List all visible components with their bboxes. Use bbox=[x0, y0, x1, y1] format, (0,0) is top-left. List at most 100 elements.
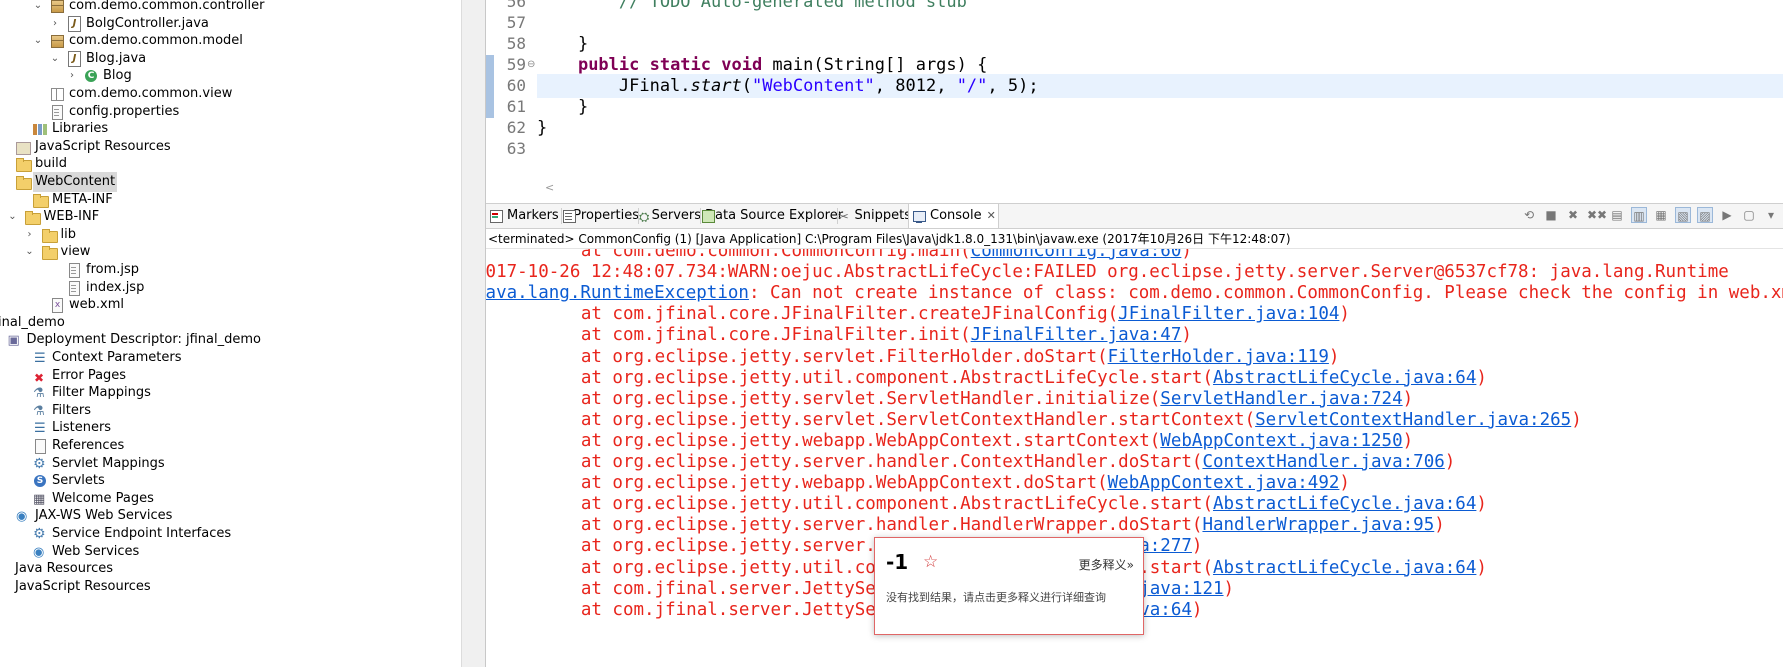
tree-item[interactable]: JavaScript Resources bbox=[0, 577, 151, 597]
console-toolbar-button[interactable]: ■ bbox=[1543, 207, 1559, 223]
servlet-icon bbox=[32, 473, 48, 489]
console-text: ) bbox=[1476, 557, 1487, 578]
console-text: : Can not create instance of class: com.… bbox=[748, 283, 1783, 304]
gear-icon bbox=[32, 454, 48, 474]
stack-trace-link[interactable]: WebAppContext.java:492 bbox=[1108, 473, 1340, 493]
stack-trace-link[interactable]: ServletHandler.java:724 bbox=[1160, 389, 1402, 409]
tab-label: Properties bbox=[573, 208, 639, 223]
pkg-empty-icon bbox=[49, 86, 65, 102]
console-toolbar: ⟲ ■ ✖ ✖✖ ▤ ▥ ▦ ▧ ▨ ▶ ▢ ▾ bbox=[1521, 207, 1779, 225]
stack-trace-link[interactable]: ServletContextHandler.java:265 bbox=[1255, 410, 1571, 430]
console-text: ) bbox=[1339, 304, 1350, 325]
js-icon bbox=[15, 139, 31, 155]
tab-data-source-explorer[interactable]: Data Source Explorer bbox=[698, 204, 843, 228]
code-editor[interactable]: 56 57 58 59 ⊖ 60 61 62 63 // TODO Auto-generated… bbox=[486, 0, 1783, 196]
more-definitions-link[interactable]: 更多释义» bbox=[1079, 556, 1134, 573]
stack-trace-link[interactable]: JFinalFilter.java:47 bbox=[971, 325, 1182, 345]
servers-icon bbox=[639, 206, 649, 230]
fold-toggle-icon[interactable]: ⊖ bbox=[527, 55, 535, 75]
console-toolbar-button[interactable]: ▾ bbox=[1763, 207, 1779, 223]
file-icon bbox=[66, 280, 82, 296]
console-toolbar-button[interactable]: ▦ bbox=[1653, 207, 1669, 223]
expanded-twisty-icon[interactable]: ⌄ bbox=[23, 242, 37, 262]
console-toolbar-button[interactable]: ✖ bbox=[1565, 207, 1581, 223]
console-toolbar-button[interactable]: ▥ bbox=[1631, 207, 1647, 223]
dictionary-popup: -1 ☆ 更多释义» 没有找到结果，请点击更多释义进行详细查询 bbox=[874, 537, 1144, 635]
xml-icon bbox=[49, 297, 65, 314]
code-token: "WebContent" bbox=[751, 76, 875, 96]
console-text: at org.eclipse.jetty.server.handler.Cont… bbox=[486, 452, 1203, 472]
view-sash[interactable] bbox=[461, 0, 486, 667]
close-tab-icon[interactable]: ✕ bbox=[987, 204, 996, 228]
change-marker bbox=[486, 76, 494, 97]
editor-horizontal-scrollbar[interactable]: < bbox=[537, 180, 1783, 196]
console-toolbar-button[interactable]: ▧ bbox=[1675, 207, 1691, 223]
expanded-twisty-icon[interactable]: ⌄ bbox=[31, 0, 45, 16]
dd-icon bbox=[7, 331, 23, 351]
java-icon bbox=[66, 15, 82, 32]
popup-message: 没有找到结果，请点击更多释义进行详细查询 bbox=[886, 591, 1106, 604]
expanded-twisty-icon[interactable]: ⌄ bbox=[48, 49, 62, 69]
ref-icon bbox=[32, 438, 48, 454]
stack-trace-link[interactable]: ContextHandler.java:706 bbox=[1202, 452, 1444, 472]
stack-trace-link[interactable]: FilterHolder.java:119 bbox=[1108, 347, 1329, 367]
stack-trace-link[interactable]: java.lang.RuntimeException bbox=[486, 283, 749, 303]
tab-console[interactable]: Console ✕ bbox=[908, 204, 999, 228]
code-token: "/" bbox=[956, 76, 988, 96]
line-number: 63 bbox=[506, 139, 526, 158]
code-token: ( bbox=[741, 76, 752, 96]
popup-word: -1 bbox=[886, 550, 909, 574]
console-text: at org.eclipse.jetty.servlet.ServletCont… bbox=[486, 409, 1256, 430]
console-toolbar-button[interactable]: ▨ bbox=[1697, 207, 1713, 223]
file-icon bbox=[66, 262, 82, 278]
console-text: ) bbox=[1434, 515, 1445, 536]
folder-icon bbox=[41, 244, 58, 261]
welcome-icon bbox=[32, 490, 48, 510]
file-icon bbox=[49, 104, 65, 120]
package-icon bbox=[49, 33, 65, 49]
bottom-views-tabbar: Markers Properties Servers Data Source Expl… bbox=[486, 203, 1783, 230]
project-explorer: ⌄com.demo.common.controller›BolgControll… bbox=[0, 0, 461, 667]
change-marker bbox=[486, 97, 494, 118]
code-token: JFinal. bbox=[537, 76, 691, 96]
console-toolbar-button[interactable]: ▶ bbox=[1719, 207, 1735, 223]
console-text: at org.eclipse.jetty.webapp.WebAppContex… bbox=[486, 473, 1108, 494]
folder-icon bbox=[24, 209, 41, 226]
tab-servers[interactable]: Servers bbox=[636, 204, 701, 230]
console-text: ) bbox=[1223, 578, 1235, 599]
code-token: } bbox=[537, 34, 589, 54]
code-token: start bbox=[690, 76, 742, 96]
console-toolbar-button[interactable]: ✖✖ bbox=[1587, 207, 1607, 223]
favorite-star-icon[interactable]: ☆ bbox=[923, 552, 938, 572]
console-toolbar-button[interactable]: ▤ bbox=[1609, 207, 1625, 223]
code-line[interactable] bbox=[537, 137, 1783, 161]
globe-icon bbox=[15, 507, 31, 527]
tree-item-label: JavaScript Resources bbox=[15, 578, 151, 594]
console-text: at com.jfinal.core.JFinalFilter.init( bbox=[486, 325, 971, 346]
expanded-twisty-icon[interactable]: ⌄ bbox=[31, 31, 45, 51]
props-icon bbox=[562, 209, 577, 223]
tab-label: Data Source Explorer bbox=[705, 208, 844, 223]
expanded-twisty-icon[interactable]: ⌄ bbox=[6, 207, 20, 227]
console-text: ) bbox=[1402, 430, 1414, 451]
console-text: at org.eclipse.jetty.server.handler.Hand… bbox=[486, 515, 1203, 536]
globe-icon bbox=[32, 543, 48, 563]
console-text: at org.eclipse.jetty.util.component.Abst… bbox=[486, 367, 1213, 388]
stack-trace-link[interactable]: AbstractLifeCycle.java:64 bbox=[1213, 494, 1476, 514]
console-text: ) bbox=[1339, 473, 1350, 494]
package-icon bbox=[49, 0, 65, 14]
tab-properties[interactable]: Properties bbox=[559, 204, 639, 228]
code-token: main(String[] args) { bbox=[762, 55, 988, 75]
stack-trace-link[interactable]: JFinalFilter.java:104 bbox=[1118, 304, 1339, 324]
stack-trace-link[interactable]: AbstractLifeCycle.java:64 bbox=[1213, 558, 1476, 578]
tab-markers[interactable]: Markers bbox=[486, 204, 562, 228]
console-toolbar-button[interactable]: ⟲ bbox=[1521, 207, 1537, 223]
stack-trace-link[interactable]: AbstractLifeCycle.java:64 bbox=[1213, 368, 1476, 388]
tab-snippets[interactable]: Snippets bbox=[835, 204, 911, 230]
console-text: at org.eclipse.jetty.servlet.ServletHand… bbox=[486, 388, 1161, 409]
console-text: ) bbox=[1191, 599, 1203, 620]
stack-trace-link[interactable]: HandlerWrapper.java:95 bbox=[1202, 515, 1434, 535]
stack-trace-link[interactable]: WebAppContext.java:1250 bbox=[1160, 431, 1402, 451]
console-toolbar-button[interactable]: ▢ bbox=[1741, 207, 1757, 223]
